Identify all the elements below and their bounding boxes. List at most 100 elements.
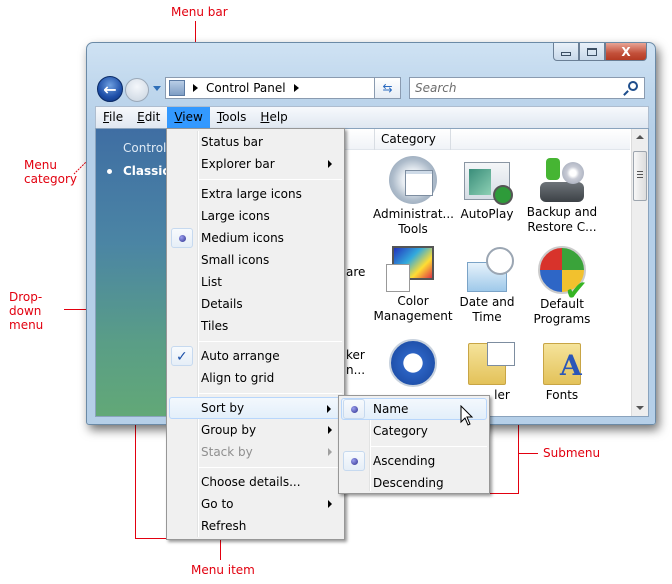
menu-item-align-to-grid[interactable]: Align to grid xyxy=(169,367,342,389)
menu-item-label: Auto arrange xyxy=(201,349,280,363)
menu-separator xyxy=(199,341,342,342)
item-label: Administrat... xyxy=(373,207,454,221)
cp-item-backup-restore[interactable]: Backup and Restore C... xyxy=(522,156,602,235)
radio-bullet-icon xyxy=(179,235,186,242)
mouse-cursor-icon xyxy=(460,405,474,426)
menu-edit-label: dit xyxy=(144,110,161,124)
annotation-drop-down-menu: Drop-down menu xyxy=(9,290,44,332)
column-category[interactable]: Category xyxy=(374,129,451,150)
menu-item-list[interactable]: List xyxy=(169,271,342,293)
item-label: Management xyxy=(373,309,453,323)
item-label: Backup and xyxy=(526,205,598,219)
annotation-line xyxy=(519,453,538,454)
breadcrumb-arrow-icon[interactable] xyxy=(193,84,198,92)
menu-item-label: Medium icons xyxy=(201,231,284,245)
menu-item-status-bar[interactable]: Status bar xyxy=(169,131,342,153)
menu-item-label: Details xyxy=(201,297,243,311)
scroll-down-icon[interactable] xyxy=(636,406,644,410)
menu-item-label: Sort by xyxy=(201,401,245,415)
cp-item-autoplay[interactable]: AutoPlay xyxy=(447,156,527,222)
cp-item-ease-of-access[interactable] xyxy=(373,339,453,390)
menu-item-label: Large icons xyxy=(201,209,270,223)
menu-item-label: Group by xyxy=(201,423,257,437)
menu-item-choose-details[interactable]: Choose details... xyxy=(169,471,342,493)
menu-edit[interactable]: Edit xyxy=(130,107,167,128)
control-panel-icon xyxy=(169,80,185,96)
menu-item-details[interactable]: Details xyxy=(169,293,342,315)
folder-options-icon xyxy=(468,342,515,385)
menu-separator xyxy=(371,446,487,447)
cp-item-folder-options[interactable]: ler xyxy=(447,339,527,403)
scroll-up-icon[interactable] xyxy=(636,135,644,139)
menu-item-tiles[interactable]: Tiles xyxy=(169,315,342,337)
submenu-arrow-icon xyxy=(327,405,331,413)
task-pane: Control Panel Home Classic View xyxy=(96,129,242,416)
cp-item-administrative-tools[interactable]: Administrat... Tools xyxy=(373,156,454,237)
menu-item-explorer-bar[interactable]: Explorer bar xyxy=(169,153,342,175)
item-label: Time xyxy=(472,310,502,324)
menu-view[interactable]: View xyxy=(167,107,210,128)
menu-item-label: Ascending xyxy=(373,454,436,468)
submenu-item-descending[interactable]: Descending xyxy=(341,472,487,494)
partial-label: ker xyxy=(346,348,365,362)
menu-item-refresh[interactable]: Refresh xyxy=(169,515,342,537)
search-icon[interactable] xyxy=(628,81,638,91)
recent-pages-dropdown[interactable] xyxy=(153,86,161,91)
item-label: AutoPlay xyxy=(460,207,514,221)
menu-item-stack-by: Stack by xyxy=(169,441,342,463)
menu-tools[interactable]: Tools xyxy=(210,107,254,128)
menu-item-auto-arrange[interactable]: ✓ Auto arrange xyxy=(169,345,342,367)
back-button[interactable]: ← xyxy=(97,76,123,102)
vertical-scrollbar[interactable] xyxy=(631,129,648,416)
menu-help-label: elp xyxy=(269,110,288,124)
cp-item-fonts[interactable]: Fonts xyxy=(522,339,602,403)
forward-button[interactable] xyxy=(125,78,149,102)
menu-separator xyxy=(199,393,342,394)
menu-file-label: ile xyxy=(109,110,124,124)
date-time-icon xyxy=(467,247,514,292)
menu-item-extra-large-icons[interactable]: Extra large icons xyxy=(169,183,342,205)
menu-item-label: Small icons xyxy=(201,253,270,267)
menu-item-label: Stack by xyxy=(201,445,253,459)
refresh-button[interactable]: ⇆ xyxy=(374,77,401,99)
grip-icon xyxy=(637,171,643,178)
partial-label: are xyxy=(346,265,366,279)
radio-mark xyxy=(171,228,193,248)
item-label: Color xyxy=(397,294,429,308)
breadcrumb-arrow-icon[interactable] xyxy=(293,84,299,92)
breadcrumb-control-panel[interactable]: Control Panel xyxy=(206,81,286,95)
submenu-arrow-icon xyxy=(328,500,332,508)
close-button[interactable]: X xyxy=(605,43,647,61)
check-mark: ✓ xyxy=(171,346,193,366)
address-bar[interactable]: Control Panel xyxy=(165,77,401,99)
annotation-menu-category: Menu category xyxy=(24,158,78,186)
item-label: Programs xyxy=(533,312,591,326)
annotation-menu-item: Menu item xyxy=(191,563,255,577)
search-input[interactable]: Search xyxy=(409,77,645,99)
menu-item-label: Choose details... xyxy=(201,475,301,489)
annotation-submenu: Submenu xyxy=(543,446,601,460)
submenu-item-ascending[interactable]: Ascending xyxy=(341,450,487,472)
menu-help[interactable]: Help xyxy=(253,107,294,128)
item-label: Tools xyxy=(398,222,428,236)
menu-item-large-icons[interactable]: Large icons xyxy=(169,205,342,227)
cp-item-default-programs[interactable]: Default Programs xyxy=(522,246,602,327)
menu-item-label: Align to grid xyxy=(201,371,275,385)
maximize-button[interactable] xyxy=(579,43,605,61)
menu-bar: File Edit View Tools Help xyxy=(95,106,649,128)
bullet-icon xyxy=(107,169,112,174)
scroll-thumb[interactable] xyxy=(633,151,647,201)
menu-item-label: Name xyxy=(373,402,409,416)
radio-bullet-icon xyxy=(351,406,358,413)
menu-item-medium-icons[interactable]: Medium icons xyxy=(169,227,342,249)
menu-item-sort-by[interactable]: Sort by xyxy=(169,397,342,419)
menu-file[interactable]: File xyxy=(96,107,130,128)
cp-item-date-time[interactable]: Date and Time xyxy=(447,246,527,325)
menu-item-group-by[interactable]: Group by xyxy=(169,419,342,441)
menu-item-small-icons[interactable]: Small icons xyxy=(169,249,342,271)
radio-mark xyxy=(343,399,365,419)
menu-item-label: List xyxy=(201,275,222,289)
minimize-button[interactable] xyxy=(553,43,579,61)
menu-item-go-to[interactable]: Go to xyxy=(169,493,342,515)
cp-item-color-management[interactable]: Color Management xyxy=(373,246,453,324)
